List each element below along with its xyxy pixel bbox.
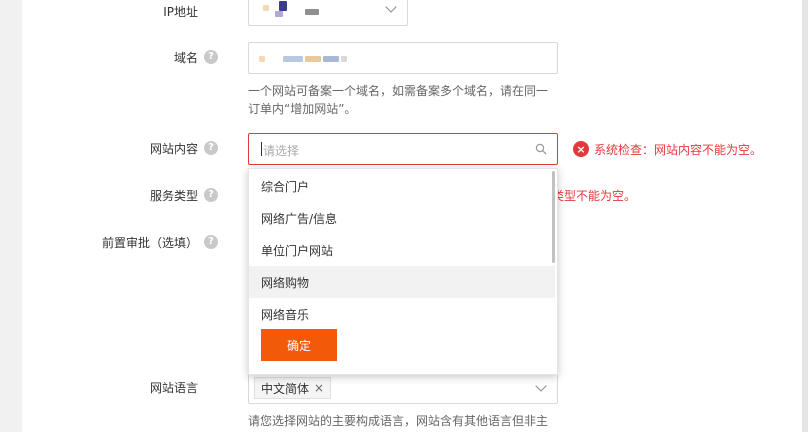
domain-input[interactable]	[248, 42, 558, 74]
help-icon[interactable]: ?	[204, 50, 218, 64]
help-icon[interactable]: ?	[204, 188, 218, 202]
service-type-error: 类型不能为空。	[552, 189, 637, 203]
site-content-select[interactable]: 请选择	[248, 133, 558, 165]
confirm-button[interactable]: 确定	[261, 329, 337, 361]
ip-label: IP地址	[163, 4, 198, 19]
domain-hint: 一个网站可备案一个域名，如需备案多个域名，请在同一 订单内“增加网站”。	[248, 84, 549, 116]
tag-close-icon[interactable]: ×	[314, 381, 324, 395]
site-language-label: 网站语言	[149, 380, 198, 395]
service-type-label: 服务类型 ?	[0, 186, 218, 204]
chevron-down-icon	[385, 1, 397, 13]
search-icon	[535, 143, 547, 155]
dropdown-option[interactable]: 网络广告/信息	[249, 202, 555, 234]
site-content-placeholder: 请选择	[263, 144, 300, 158]
site-language-hint: 请您选择网站的主要构成语言，网站含有其他语言但非主	[248, 414, 549, 428]
site-content-dropdown: 综合门户 网络广告/信息 单位门户网站 网络购物 网络音乐 确定	[248, 168, 558, 375]
domain-label: 域名 ?	[0, 48, 218, 66]
dropdown-option[interactable]: 综合门户	[249, 170, 555, 202]
page-scrollbar[interactable]	[802, 0, 808, 432]
chevron-down-icon	[535, 380, 547, 392]
dropdown-option-hovered[interactable]: 网络购物	[249, 266, 555, 298]
dropdown-option[interactable]: 单位门户网站	[249, 234, 555, 266]
dropdown-scrollbar[interactable]	[552, 171, 555, 263]
dropdown-option[interactable]: 网络音乐	[249, 298, 555, 330]
language-tag: 中文简体 ×	[254, 377, 332, 399]
redacted-domain	[259, 56, 265, 62]
site-content-label: 网站内容 ?	[0, 139, 218, 157]
help-icon[interactable]: ?	[204, 235, 218, 249]
pre-approval-label: 前置审批（选填） ?	[0, 233, 218, 251]
ip-select[interactable]	[248, 0, 408, 26]
site-content-error: 系统检查：网站内容不能为空。	[594, 143, 763, 157]
error-icon: ×	[573, 141, 589, 157]
text-caret	[261, 142, 262, 156]
redacted-ip	[263, 5, 269, 11]
help-icon[interactable]: ?	[204, 141, 218, 155]
site-language-select[interactable]: 中文简体 ×	[248, 372, 558, 404]
